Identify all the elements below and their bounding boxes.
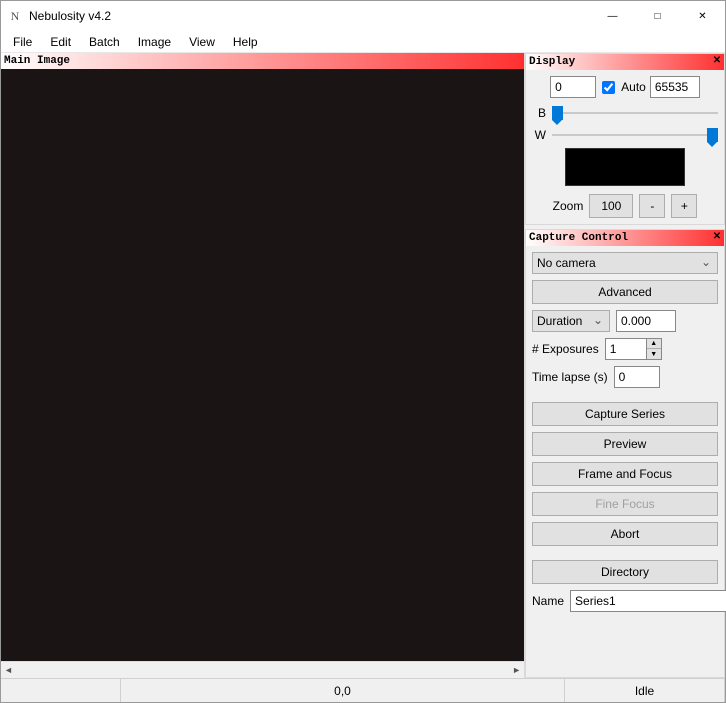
- timelapse-input[interactable]: [614, 366, 660, 388]
- fine-focus-button[interactable]: Fine Focus: [532, 492, 718, 516]
- window-controls: ― □ ✕: [590, 1, 725, 31]
- zoom-label: Zoom: [553, 199, 584, 213]
- display-header: Display ✕: [526, 54, 724, 70]
- black-slider[interactable]: [552, 104, 718, 122]
- menubar: File Edit Batch Image View Help: [1, 31, 725, 53]
- camera-selected-label: No camera: [537, 256, 596, 270]
- statusbar: 0,0 Idle: [1, 678, 725, 702]
- zoom-in-button[interactable]: +: [671, 194, 697, 218]
- menu-edit[interactable]: Edit: [42, 33, 79, 51]
- black-slider-label: B: [532, 106, 546, 120]
- zoom-out-button[interactable]: -: [639, 194, 665, 218]
- menu-help[interactable]: Help: [225, 33, 266, 51]
- timelapse-label: Time lapse (s): [532, 370, 608, 384]
- maximize-button[interactable]: □: [635, 1, 680, 31]
- status-state: Idle: [565, 679, 725, 702]
- advanced-button[interactable]: Advanced: [532, 280, 718, 304]
- name-label: Name: [532, 594, 564, 608]
- titlebar: N Nebulosity v4.2 ― □ ✕: [1, 1, 725, 31]
- capture-header: Capture Control ✕: [526, 230, 724, 246]
- exposures-spinner[interactable]: ▲ ▼: [605, 338, 662, 360]
- directory-button[interactable]: Directory: [532, 560, 718, 584]
- window-title: Nebulosity v4.2: [29, 9, 590, 23]
- exposures-down-icon[interactable]: ▼: [647, 349, 661, 359]
- abort-button[interactable]: Abort: [532, 522, 718, 546]
- duration-unit-select[interactable]: Duration: [532, 310, 610, 332]
- side-panels: Display ✕ Auto B W: [525, 53, 725, 678]
- main-image-panel: Main Image ◄ ►: [1, 53, 525, 678]
- display-max-input[interactable]: [650, 76, 700, 98]
- status-cell-1: [1, 679, 121, 702]
- zoom-value-button[interactable]: 100: [589, 194, 633, 218]
- name-input[interactable]: [570, 590, 726, 612]
- image-canvas[interactable]: [1, 69, 524, 661]
- exposures-up-icon[interactable]: ▲: [647, 339, 661, 349]
- duration-label: Duration: [537, 314, 582, 328]
- main-image-header: Main Image: [1, 53, 524, 69]
- frame-and-focus-button[interactable]: Frame and Focus: [532, 462, 718, 486]
- display-title: Display: [529, 56, 710, 68]
- capture-series-button[interactable]: Capture Series: [532, 402, 718, 426]
- white-slider-label: W: [532, 128, 546, 142]
- app-logo-icon: N: [7, 8, 23, 24]
- exposures-input[interactable]: [605, 338, 647, 360]
- camera-select[interactable]: No camera: [532, 252, 718, 274]
- capture-close-icon[interactable]: ✕: [710, 231, 724, 245]
- display-panel: Display ✕ Auto B W: [525, 53, 725, 225]
- display-min-input[interactable]: [550, 76, 596, 98]
- exposures-label: # Exposures: [532, 342, 599, 356]
- capture-title: Capture Control: [529, 232, 710, 244]
- capture-control-panel: Capture Control ✕ No camera Advanced Dur…: [525, 229, 725, 678]
- minimize-button[interactable]: ―: [590, 1, 635, 31]
- menu-file[interactable]: File: [5, 33, 40, 51]
- menu-image[interactable]: Image: [130, 33, 179, 51]
- menu-batch[interactable]: Batch: [81, 33, 128, 51]
- display-auto-label: Auto: [621, 80, 646, 94]
- close-button[interactable]: ✕: [680, 1, 725, 31]
- scroll-left-icon[interactable]: ◄: [4, 665, 13, 675]
- workspace: Main Image ◄ ► Display ✕ Auto: [1, 53, 725, 678]
- histogram-preview: [565, 148, 685, 186]
- duration-input[interactable]: [616, 310, 676, 332]
- status-coords: 0,0: [121, 679, 565, 702]
- main-image-title: Main Image: [4, 55, 524, 67]
- preview-button[interactable]: Preview: [532, 432, 718, 456]
- white-slider[interactable]: [552, 126, 718, 144]
- display-close-icon[interactable]: ✕: [710, 55, 724, 69]
- display-auto-checkbox[interactable]: [602, 81, 615, 94]
- menu-view[interactable]: View: [181, 33, 223, 51]
- horizontal-scrollbar[interactable]: ◄ ►: [1, 661, 524, 678]
- scroll-right-icon[interactable]: ►: [512, 665, 521, 675]
